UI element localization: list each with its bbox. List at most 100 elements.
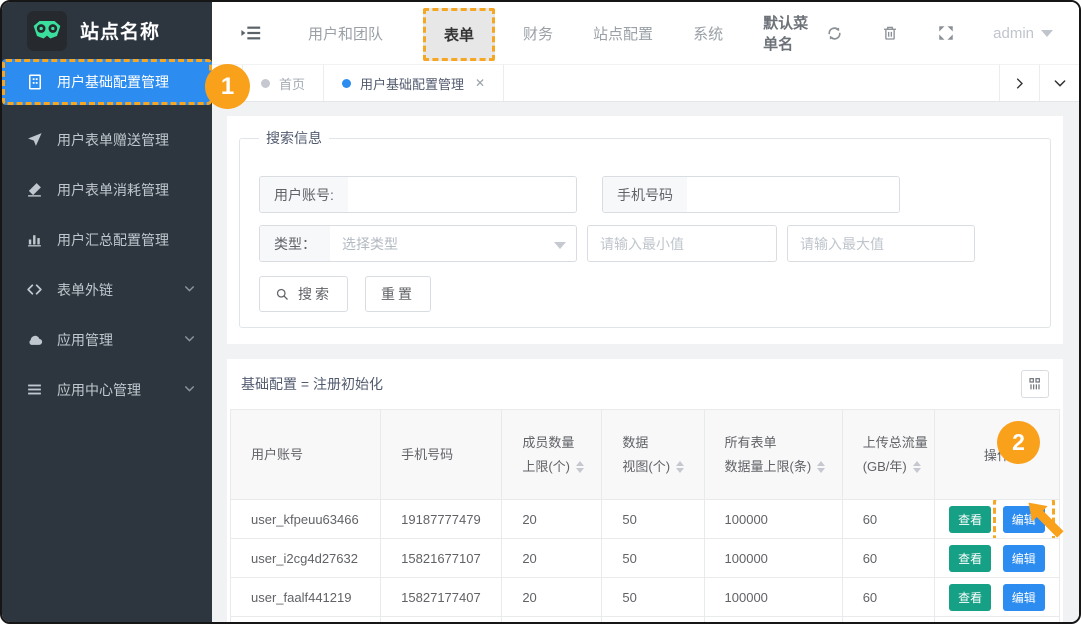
cell-actions: 查看 编辑 <box>934 578 1059 617</box>
fullscreen-icon[interactable] <box>937 24 955 42</box>
sidebar-item-app-management[interactable]: 应用管理 <box>2 315 212 365</box>
cell-account: user_kfpeuu63466 <box>231 500 381 539</box>
view-button[interactable]: 查看 <box>949 545 991 572</box>
tabs-menu-button[interactable] <box>1039 65 1079 101</box>
max-value-input[interactable] <box>787 225 975 262</box>
refresh-icon[interactable] <box>826 25 843 42</box>
cell-traffic: 60 <box>842 617 934 623</box>
nav-item-finance[interactable]: 财务 <box>523 23 553 44</box>
sidebar-item-user-summary-config[interactable]: 用户汇总配置管理 <box>2 215 212 265</box>
admin-dropdown[interactable]: admin <box>993 24 1053 43</box>
sidebar-item-label: 用户基础配置管理 <box>57 72 169 92</box>
account-label: 用户账号: <box>260 177 348 212</box>
view-button[interactable]: 查看 <box>949 506 991 533</box>
search-legend: 搜索信息 <box>259 128 329 148</box>
page-content: 搜索信息 用户账号: 手机号码 类型： <box>212 102 1079 622</box>
sort-icon[interactable] <box>576 457 584 477</box>
type-select[interactable]: 选择类型 <box>330 226 576 261</box>
search-panel: 搜索信息 用户账号: 手机号码 类型： <box>227 116 1063 344</box>
nav-item-site-config[interactable]: 站点配置 <box>593 23 653 44</box>
phone-input[interactable] <box>687 177 899 212</box>
sidebar-menu: 用户基础配置管理 用户表单赠送管理 用户表单消耗管理 <box>2 59 212 415</box>
account-input[interactable] <box>348 177 576 212</box>
chevron-down-icon <box>183 332 196 348</box>
chevron-down-icon <box>183 282 196 298</box>
nav-item-users-teams[interactable]: 用户和团队 <box>308 23 383 44</box>
cell-traffic: 60 <box>842 539 934 578</box>
brand-header: 站点名称 <box>2 2 212 59</box>
phone-field-group: 手机号码 <box>602 176 900 213</box>
nav-item-system[interactable]: 系统 <box>693 23 723 44</box>
sidebar-item-user-basic-config[interactable]: 用户基础配置管理 <box>2 59 212 105</box>
cell-records: 100000 <box>704 617 842 623</box>
eraser-icon <box>26 181 44 199</box>
col-header-records[interactable]: 所有表单 数据量上限(条) <box>704 410 842 500</box>
topnav-left: 用户和团队 表单 财务 站点配置 系统 <box>240 6 763 61</box>
cell-views: 50 <box>602 578 704 617</box>
trash-icon[interactable] <box>881 24 899 42</box>
table-row: user_i2cg4d27632 15821677107 20 50 10000… <box>231 539 1060 578</box>
col-header-members[interactable]: 成员数量 上限(个) <box>502 410 602 500</box>
sort-icon[interactable] <box>913 457 921 477</box>
sort-icon[interactable] <box>676 457 684 477</box>
building-icon <box>26 73 44 91</box>
tab-user-basic-config[interactable]: 用户基础配置管理 ✕ <box>324 65 504 101</box>
tab-label: 用户基础配置管理 <box>360 74 464 93</box>
tab-home[interactable]: 首页 <box>242 65 324 101</box>
reset-button[interactable]: 重置 <box>365 276 431 312</box>
default-menu-label: 默认菜单名 <box>763 12 818 54</box>
cursor-arrow-icon <box>1014 488 1072 551</box>
sidebar-item-label: 用户表单消耗管理 <box>57 180 169 200</box>
table-row: user_faalf441219 15827177407 20 50 10000… <box>231 578 1060 617</box>
sidebar-item-form-external-link[interactable]: 表单外链 <box>2 265 212 315</box>
view-button[interactable]: 查看 <box>949 584 991 611</box>
search-button[interactable]: 搜索 <box>259 276 348 312</box>
edit-button[interactable]: 编辑 <box>1003 584 1045 611</box>
table-header-bar: 基础配置 = 注册初始化 <box>227 359 1063 409</box>
table-body: user_kfpeuu63466 19187777479 20 50 10000… <box>231 500 1060 623</box>
col-header-views[interactable]: 数据 视图(个) <box>602 410 704 500</box>
sidebar-item-label: 应用中心管理 <box>57 380 141 400</box>
tab-bar: 首页 用户基础配置管理 ✕ <box>212 64 1079 102</box>
cell-views: 50 <box>602 617 704 623</box>
search-icon <box>275 287 290 302</box>
tabs-next-button[interactable] <box>999 65 1039 101</box>
owl-logo-icon <box>27 11 67 51</box>
sort-icon[interactable] <box>817 457 825 477</box>
min-value-input[interactable] <box>587 225 777 262</box>
cell-members: 20 <box>502 500 602 539</box>
step-2-marker: 2 <box>997 421 1040 464</box>
account-field-group: 用户账号: <box>259 176 577 213</box>
cell-members: 20 <box>502 578 602 617</box>
chevron-down-icon <box>1041 30 1053 43</box>
top-navbar: 用户和团队 表单 财务 站点配置 系统 默认菜单名 <box>212 2 1079 64</box>
table-panel: 基础配置 = 注册初始化 <box>227 359 1063 622</box>
sidebar-item-label: 应用管理 <box>57 330 113 350</box>
column-settings-button[interactable] <box>1021 370 1049 398</box>
chevron-down-icon <box>183 382 196 398</box>
collapse-sidebar-icon[interactable] <box>240 22 262 44</box>
close-icon[interactable]: ✕ <box>475 76 485 90</box>
sidebar-item-label: 用户表单赠送管理 <box>57 130 169 150</box>
default-menu-name[interactable]: 默认菜单名 <box>763 12 843 54</box>
main-area: 用户和团队 表单 财务 站点配置 系统 默认菜单名 <box>212 2 1079 622</box>
cell-members: 20 <box>502 617 602 623</box>
type-label: 类型： <box>260 226 330 261</box>
send-icon <box>26 131 44 149</box>
sidebar-item-form-gift[interactable]: 用户表单赠送管理 <box>2 115 212 165</box>
topnav-right: 默认菜单名 <box>763 12 1053 54</box>
type-field-group: 类型： 选择类型 <box>259 225 577 262</box>
search-row-1: 用户账号: 手机号码 <box>259 176 1031 213</box>
sidebar-item-app-center-management[interactable]: 应用中心管理 <box>2 365 212 415</box>
tabbar-spacer <box>504 65 999 101</box>
list-icon <box>26 381 44 399</box>
table-row: user_xaymrw436... 19124655489 20 50 1000… <box>231 617 1060 623</box>
tab-dot-icon <box>342 79 351 88</box>
col-header-traffic[interactable]: 上传总流量 (GB/年) <box>842 410 934 500</box>
search-row-3: 搜索 重置 <box>259 276 1031 312</box>
nav-item-forms[interactable]: 表单 <box>423 8 495 61</box>
cell-phone: 19124655489 <box>381 617 502 623</box>
col-header-actions: 操作 <box>934 410 1059 500</box>
sidebar-item-form-consume[interactable]: 用户表单消耗管理 <box>2 165 212 215</box>
type-select-value: 选择类型 <box>342 234 398 254</box>
